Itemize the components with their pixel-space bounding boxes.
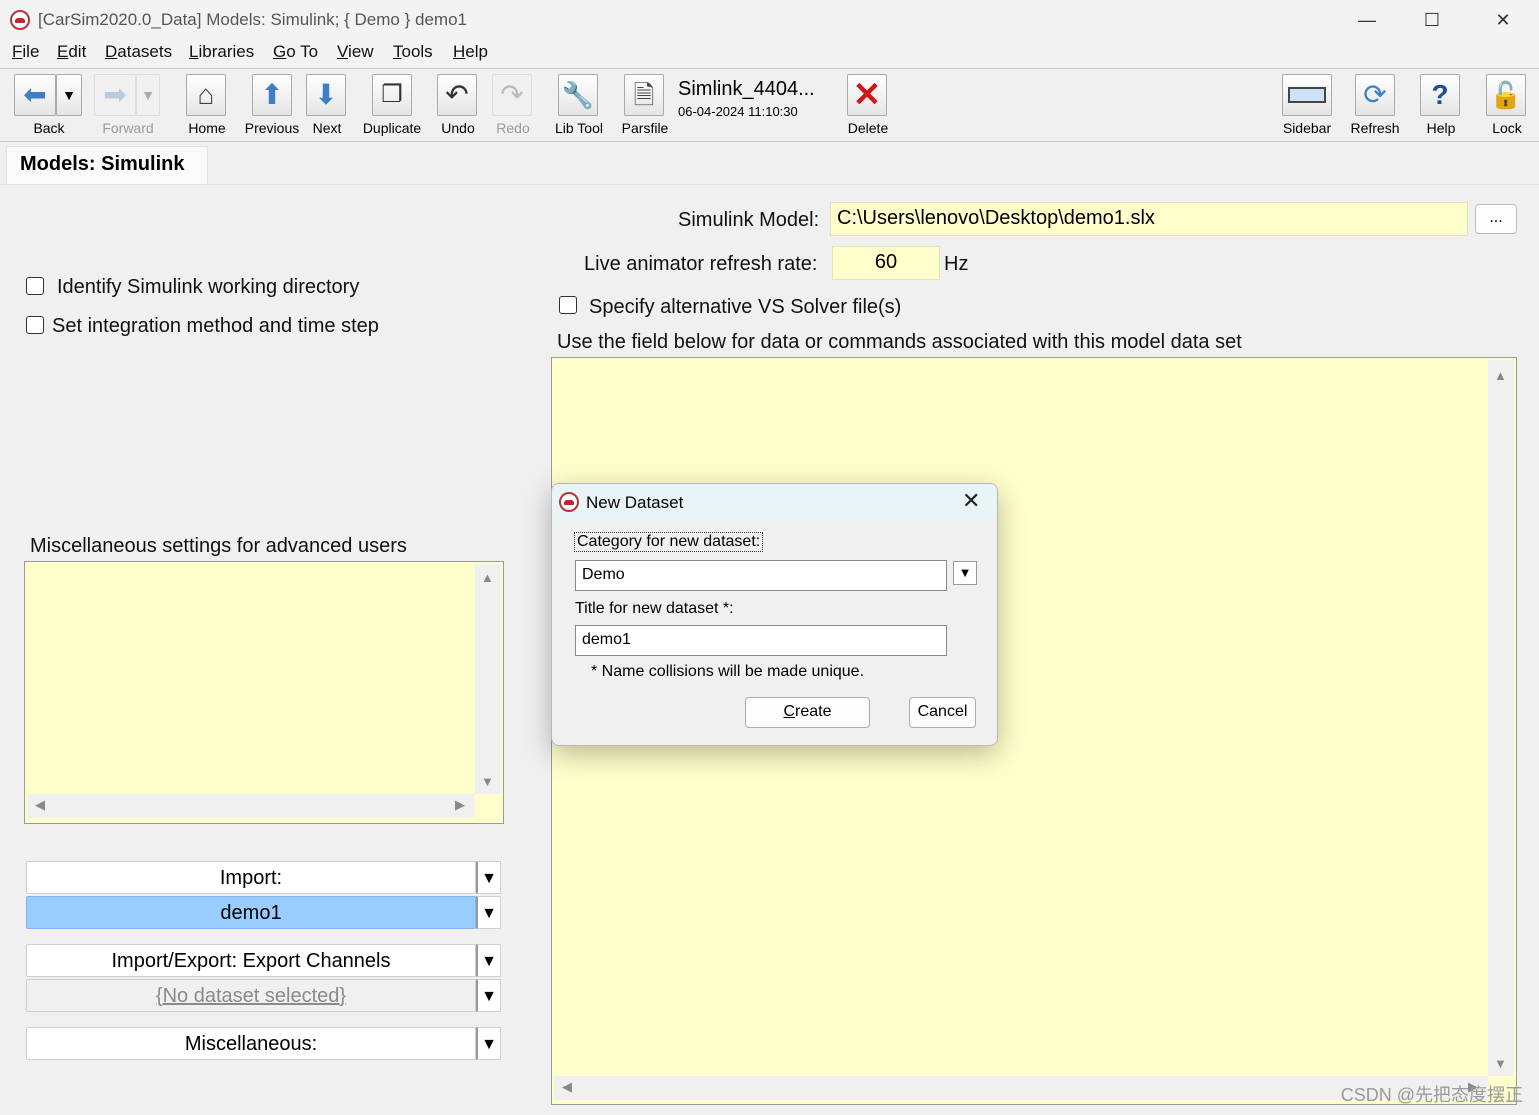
- misc-settings-textarea[interactable]: ▲ ▼ ◀ ▶: [24, 561, 504, 824]
- refresh-button[interactable]: ⟳ Refresh: [1350, 72, 1400, 136]
- minimize-button[interactable]: —: [1347, 6, 1387, 34]
- export-channels-box[interactable]: Import/Export: Export Channels: [26, 944, 476, 977]
- menu-libraries[interactable]: Libraries: [189, 42, 254, 62]
- tab-label: Models: Simulink: [20, 153, 185, 175]
- menu-tools[interactable]: Tools: [393, 42, 433, 62]
- help-button[interactable]: ? Help: [1420, 72, 1462, 136]
- integration-label: Set integration method and time step: [52, 315, 379, 337]
- cancel-button[interactable]: Cancel: [909, 697, 976, 728]
- export-dataset-dropdown-icon[interactable]: ▼: [476, 979, 501, 1012]
- undo-icon: ↶: [437, 74, 477, 116]
- import-dataset-link[interactable]: demo1: [26, 896, 476, 929]
- identify-dir-checkbox[interactable]: [26, 277, 44, 295]
- parsfile-button[interactable]: 🗎 Parsfile: [622, 72, 668, 136]
- menu-help[interactable]: Help: [453, 42, 488, 62]
- import-label-box[interactable]: Import:: [26, 861, 476, 894]
- category-dropdown-icon[interactable]: ▼: [953, 561, 977, 585]
- export-dataset-link[interactable]: {No dataset selected}: [26, 979, 476, 1012]
- duplicate-icon: ❐: [372, 74, 412, 116]
- commands-label: Use the field below for data or commands…: [557, 331, 1242, 353]
- down-arrow-icon: ⬇: [306, 74, 346, 116]
- redo-button[interactable]: ↷ Redo: [492, 72, 534, 136]
- parsfile-timestamp: 06-04-2024 11:10:30: [678, 104, 798, 119]
- misc-settings-hscrollbar[interactable]: ◀ ▶: [27, 794, 475, 818]
- category-input[interactable]: Demo: [575, 560, 947, 591]
- category-label: Category for new dataset:: [574, 532, 764, 552]
- title-label: Title for new dataset *:: [575, 600, 734, 617]
- previous-button[interactable]: ⬆ Previous: [245, 72, 299, 136]
- maximize-button[interactable]: ☐: [1412, 6, 1452, 34]
- import-dropdown-icon[interactable]: ▼: [476, 861, 501, 894]
- simulink-model-input[interactable]: C:\Users\lenovo\Desktop\demo1.slx: [830, 202, 1468, 236]
- carsim-app-icon: [10, 10, 30, 30]
- miscellaneous-box[interactable]: Miscellaneous:: [26, 1027, 476, 1060]
- alt-solver-label: Specify alternative VS Solver file(s): [589, 296, 902, 318]
- next-button[interactable]: ⬇ Next: [306, 72, 348, 136]
- scroll-left-icon[interactable]: ◀: [562, 1079, 572, 1095]
- commands-vscrollbar[interactable]: ▲ ▼: [1488, 360, 1514, 1076]
- export-channels-dropdown-icon[interactable]: ▼: [476, 944, 501, 977]
- window-title: [CarSim2020.0_Data] Models: Simulink; { …: [38, 10, 467, 29]
- parsfile-title: Simlink_4404...: [678, 78, 815, 100]
- menu-file[interactable]: File: [12, 42, 39, 62]
- create-button[interactable]: Create: [745, 697, 870, 728]
- scroll-left-icon[interactable]: ◀: [35, 797, 45, 813]
- refresh-rate-unit: Hz: [944, 253, 969, 275]
- simulink-model-label: Simulink Model:: [678, 209, 820, 231]
- scroll-right-icon[interactable]: ▶: [455, 797, 465, 813]
- forward-dropdown-icon: ▼: [136, 74, 160, 116]
- document-icon: 🗎: [624, 74, 664, 116]
- lock-icon: 🔓: [1486, 74, 1526, 116]
- miscellaneous-dropdown-icon[interactable]: ▼: [476, 1027, 501, 1060]
- new-dataset-dialog: New Dataset ✕ Category for new dataset: …: [551, 483, 998, 746]
- scroll-up-icon[interactable]: ▲: [481, 570, 494, 585]
- up-arrow-icon: ⬆: [252, 74, 292, 116]
- wrench-icon: 🔧: [558, 74, 598, 116]
- refresh-rate-label: Live animator refresh rate:: [584, 253, 818, 275]
- name-collision-note: * Name collisions will be made unique.: [591, 663, 865, 680]
- menu-go-to[interactable]: Go To: [273, 42, 318, 62]
- home-icon: ⌂: [186, 74, 226, 116]
- undo-button[interactable]: ↶ Undo: [437, 72, 479, 136]
- browse-button[interactable]: ...: [1475, 204, 1517, 234]
- menu-view[interactable]: View: [337, 42, 374, 62]
- dialog-title: New Dataset: [586, 493, 684, 512]
- duplicate-button[interactable]: ❐ Duplicate: [363, 72, 421, 136]
- back-dropdown-icon[interactable]: ▼: [56, 74, 82, 116]
- sidebar-icon: [1282, 74, 1332, 116]
- scroll-up-icon[interactable]: ▲: [1494, 368, 1507, 383]
- back-arrow-icon: ⬅: [14, 74, 56, 116]
- delete-button[interactable]: ✕ Delete: [847, 72, 889, 136]
- refresh-icon: ⟳: [1355, 74, 1395, 116]
- misc-settings-label: Miscellaneous settings for advanced user…: [30, 535, 407, 557]
- scroll-down-icon[interactable]: ▼: [481, 774, 494, 789]
- back-button[interactable]: ⬅ ▼ Back: [14, 72, 84, 136]
- forward-arrow-icon: ➡: [94, 74, 136, 116]
- forward-button[interactable]: ➡ ▼ Forward: [94, 72, 162, 136]
- import-dataset-dropdown-icon[interactable]: ▼: [476, 896, 501, 929]
- menu-edit[interactable]: Edit: [57, 42, 86, 62]
- lib-tool-button[interactable]: 🔧 Lib Tool: [555, 72, 603, 136]
- misc-settings-vscrollbar[interactable]: ▲ ▼: [475, 564, 501, 794]
- lock-button[interactable]: 🔓 Lock: [1486, 72, 1528, 136]
- dialog-close-icon[interactable]: ✕: [962, 488, 980, 514]
- question-mark-icon: ?: [1420, 74, 1460, 116]
- delete-x-icon: ✕: [847, 74, 887, 116]
- dialog-app-icon: [559, 492, 579, 512]
- home-button[interactable]: ⌂ Home: [186, 72, 228, 136]
- content-divider: [0, 184, 1539, 185]
- refresh-rate-input[interactable]: 60: [832, 246, 940, 280]
- menu-datasets[interactable]: Datasets: [105, 42, 172, 62]
- alt-solver-checkbox[interactable]: [559, 296, 577, 314]
- identify-dir-label: Identify Simulink working directory: [57, 276, 360, 298]
- watermark: CSDN @先把态度摆正: [1340, 1085, 1523, 1105]
- sidebar-button[interactable]: Sidebar: [1282, 72, 1332, 136]
- scroll-down-icon[interactable]: ▼: [1494, 1056, 1507, 1071]
- title-input[interactable]: demo1: [575, 625, 947, 656]
- integration-checkbox[interactable]: [26, 316, 44, 334]
- close-window-button[interactable]: ✕: [1483, 6, 1523, 34]
- redo-icon: ↷: [492, 74, 532, 116]
